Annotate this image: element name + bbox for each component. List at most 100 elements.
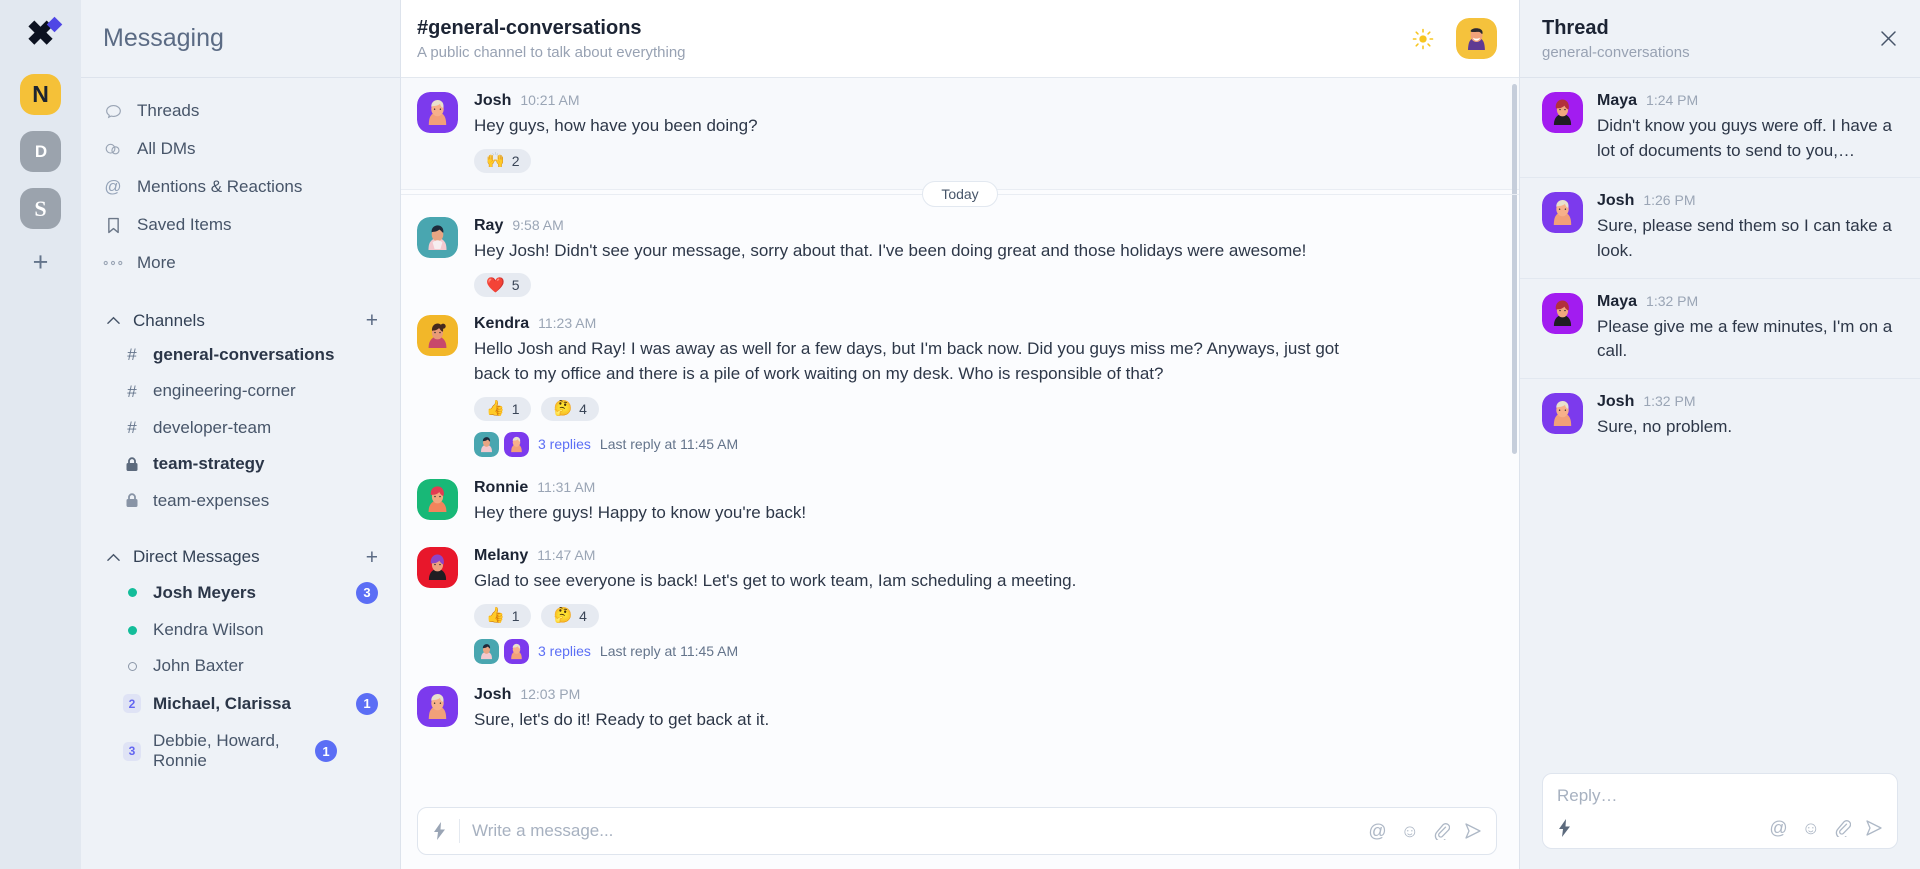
dm-section-header[interactable]: Direct Messages + bbox=[81, 537, 400, 574]
sidebar-dm-label: Debbie, Howard, Ronnie bbox=[153, 731, 303, 772]
channels-section-header[interactable]: Channels + bbox=[81, 300, 400, 337]
sidebar-channel-developer-team[interactable]: # developer-team bbox=[81, 410, 400, 446]
attachment-icon[interactable] bbox=[1433, 822, 1450, 840]
thread-reply-composer[interactable]: @ ☺ bbox=[1542, 773, 1898, 849]
send-icon[interactable] bbox=[1865, 819, 1883, 837]
sidebar-item-more[interactable]: More bbox=[81, 244, 400, 282]
thread-title: Thread bbox=[1542, 17, 1690, 40]
sidebar-item-saved[interactable]: Saved Items bbox=[81, 206, 400, 244]
sidebar-dm-label: Kendra Wilson bbox=[153, 620, 378, 640]
bookmark-icon bbox=[103, 217, 123, 234]
sidebar-channel-team-strategy[interactable]: team-strategy bbox=[81, 446, 400, 482]
sun-icon[interactable] bbox=[1412, 28, 1434, 50]
message-list-scrollbar[interactable] bbox=[1512, 84, 1517, 454]
avatar[interactable] bbox=[417, 315, 458, 356]
composer-tools: @ ☺ bbox=[1368, 822, 1482, 840]
avatar[interactable] bbox=[417, 92, 458, 133]
avatar[interactable] bbox=[1542, 192, 1583, 233]
reaction-pill[interactable]: 👍 1 bbox=[474, 604, 531, 628]
sidebar-dm-josh-meyers[interactable]: Josh Meyers 3 bbox=[81, 574, 400, 612]
thread-message-list[interactable]: Maya 1:24 PM Didn't know you guys were o… bbox=[1520, 78, 1920, 759]
reaction-pill[interactable]: 👍 1 bbox=[474, 397, 531, 421]
thread-message-body: Josh 1:32 PM Sure, no problem. bbox=[1597, 393, 1898, 440]
thread-message-author: Josh bbox=[1597, 393, 1634, 411]
attachment-icon[interactable] bbox=[1834, 819, 1851, 837]
presence-online-icon bbox=[123, 626, 141, 635]
workspace-s[interactable]: S bbox=[20, 188, 61, 229]
sidebar-channel-general-conversations[interactable]: # general-conversations bbox=[81, 337, 400, 373]
avatar[interactable] bbox=[417, 547, 458, 588]
sidebar-dm-john-baxter[interactable]: John Baxter bbox=[81, 648, 400, 684]
mention-icon[interactable]: @ bbox=[1368, 822, 1386, 840]
workspace-n[interactable]: N bbox=[20, 74, 61, 115]
avatar[interactable] bbox=[417, 686, 458, 727]
reaction-pill[interactable]: ❤️ 5 bbox=[474, 273, 531, 297]
thread-summary[interactable]: 3 replies Last reply at 11:45 AM bbox=[474, 432, 1497, 457]
emoji-icon[interactable]: ☺ bbox=[1802, 819, 1820, 837]
message-list[interactable]: Josh 10:21 AM Hey guys, how have you bee… bbox=[401, 78, 1519, 801]
reaction-count: 4 bbox=[579, 401, 587, 417]
close-icon[interactable] bbox=[1879, 29, 1898, 48]
avatar[interactable] bbox=[1456, 18, 1497, 59]
avatar[interactable] bbox=[1542, 92, 1583, 133]
workspace-n-letter: N bbox=[32, 81, 49, 108]
x-logo-icon[interactable]: ✖ bbox=[19, 14, 63, 58]
sidebar-dm-michael-clarissa[interactable]: 2 Michael, Clarissa 1 bbox=[81, 685, 400, 723]
message-timestamp: 11:23 AM bbox=[538, 315, 596, 331]
message-body: Josh 12:03 PM Sure, let's do it! Ready t… bbox=[474, 686, 1497, 733]
avatar[interactable] bbox=[417, 479, 458, 520]
message-composer[interactable]: @ ☺ bbox=[417, 807, 1497, 855]
thread-last-reply: Last reply at 11:45 AM bbox=[600, 436, 738, 452]
sidebar-item-saved-label: Saved Items bbox=[137, 215, 232, 235]
add-channel-button[interactable]: + bbox=[366, 310, 378, 331]
avatar[interactable] bbox=[417, 217, 458, 258]
sidebar-item-threads-label: Threads bbox=[137, 101, 199, 121]
sidebar-dm-kendra-wilson[interactable]: Kendra Wilson bbox=[81, 612, 400, 648]
lightning-icon[interactable] bbox=[432, 821, 447, 841]
day-separator-label: Today bbox=[922, 181, 997, 207]
thread-summary[interactable]: 3 replies Last reply at 11:45 AM bbox=[474, 639, 1497, 664]
avatar[interactable] bbox=[1542, 293, 1583, 334]
sidebar-channel-engineering-corner[interactable]: # engineering-corner bbox=[81, 373, 400, 409]
thread-message-text: Please give me a few minutes, I'm on a c… bbox=[1597, 315, 1898, 364]
lightning-icon[interactable] bbox=[1557, 818, 1572, 838]
message-meta: Ronnie 11:31 AM bbox=[474, 479, 1497, 497]
presence-online-icon bbox=[123, 588, 141, 597]
sidebar-item-threads[interactable]: Threads bbox=[81, 92, 400, 130]
group-count-icon: 3 bbox=[123, 742, 141, 761]
sidebar-item-mentions-label: Mentions & Reactions bbox=[137, 177, 302, 197]
reaction-count: 1 bbox=[512, 401, 520, 417]
chevron-up-icon bbox=[103, 553, 123, 562]
dm-section-label: Direct Messages bbox=[133, 547, 366, 567]
mention-icon[interactable]: @ bbox=[1769, 819, 1787, 837]
thread-reply-count[interactable]: 3 replies bbox=[538, 643, 591, 659]
thread-message-author: Maya bbox=[1597, 293, 1637, 311]
thread-reply-input[interactable] bbox=[1557, 786, 1883, 806]
reaction-pill[interactable]: 🤔 4 bbox=[541, 397, 598, 421]
thread-last-reply: Last reply at 11:45 AM bbox=[600, 643, 738, 659]
sidebar-item-mentions[interactable]: @ Mentions & Reactions bbox=[81, 168, 400, 206]
reaction-count: 5 bbox=[512, 277, 520, 293]
sidebar-item-all-dms[interactable]: All DMs bbox=[81, 130, 400, 168]
workspace-d[interactable]: D bbox=[20, 131, 61, 172]
thread-reply-count[interactable]: 3 replies bbox=[538, 436, 591, 452]
sidebar-dm-label: Josh Meyers bbox=[153, 583, 344, 603]
sidebar-channel-label: team-strategy bbox=[153, 454, 378, 474]
message-body: Kendra 11:23 AM Hello Josh and Ray! I wa… bbox=[474, 315, 1497, 456]
reaction-pill[interactable]: 🙌 2 bbox=[474, 149, 531, 173]
reaction-pill[interactable]: 🤔 4 bbox=[541, 604, 598, 628]
lock-icon bbox=[123, 457, 141, 472]
add-dm-button[interactable]: + bbox=[366, 547, 378, 568]
thread-participant-avatars bbox=[474, 432, 529, 457]
sidebar-dm-debbie-howard-ronnie[interactable]: 3 Debbie, Howard, Ronnie 1 bbox=[81, 723, 400, 780]
emoji-icon[interactable]: ☺ bbox=[1401, 822, 1419, 840]
sidebar-channel-team-expenses[interactable]: team-expenses bbox=[81, 483, 400, 519]
message-body: Melany 11:47 AM Glad to see everyone is … bbox=[474, 547, 1497, 664]
avatar[interactable] bbox=[1542, 393, 1583, 434]
message-input[interactable] bbox=[472, 821, 1356, 841]
add-workspace-button[interactable]: + bbox=[33, 249, 49, 276]
reaction-emoji: ❤️ bbox=[486, 278, 505, 293]
sidebar-scroll[interactable]: Threads All DMs @ Mentions & Reactions S… bbox=[81, 78, 400, 869]
send-icon[interactable] bbox=[1464, 822, 1482, 840]
avatar bbox=[504, 432, 529, 457]
